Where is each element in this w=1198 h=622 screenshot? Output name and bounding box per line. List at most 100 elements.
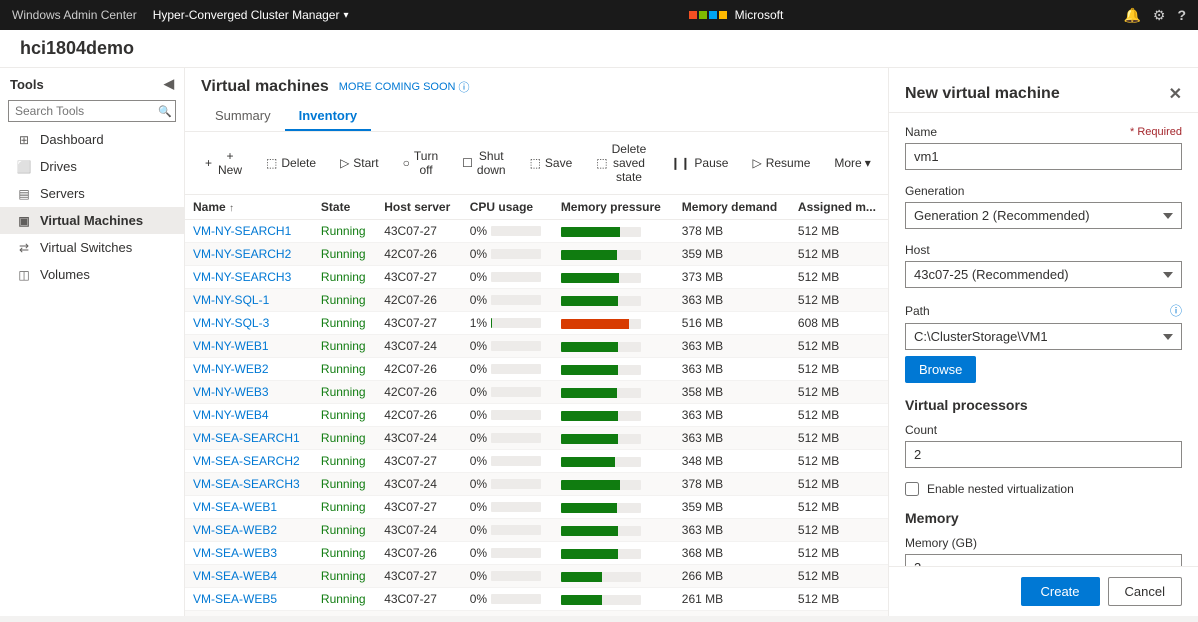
vm-link[interactable]: VM-NY-SEARCH1 xyxy=(193,224,291,238)
vm-link[interactable]: VM-SEA-WEB2 xyxy=(193,523,277,537)
vm-mem-demand-cell: 378 MB xyxy=(674,473,790,496)
memory-input[interactable] xyxy=(905,554,1182,566)
memory-pressure-bar xyxy=(561,296,641,306)
start-icon: ▷ xyxy=(340,156,349,170)
vm-mem-demand-cell: 378 MB xyxy=(674,220,790,243)
col-mem-demand[interactable]: Memory demand xyxy=(674,195,790,220)
cluster-manager-label[interactable]: Hyper-Converged Cluster Manager ▾ xyxy=(153,8,349,22)
vm-mem-demand-cell: 363 MB xyxy=(674,427,790,450)
memory-pressure-fill xyxy=(561,411,618,421)
vm-name-cell: VM-NY-SQL-3 xyxy=(185,312,313,335)
panel-close-icon[interactable]: ✕ xyxy=(1169,84,1182,104)
delete-saved-button[interactable]: ⬚ Delete saved state xyxy=(588,138,654,188)
search-input[interactable] xyxy=(8,100,176,122)
generation-select[interactable]: Generation 2 (Recommended) Generation 1 xyxy=(905,202,1182,229)
cpu-value: 0% xyxy=(470,569,487,583)
vm-link[interactable]: VM-SEA-SEARCH3 xyxy=(193,477,300,491)
vm-name-cell: VM-SEA-WEB2 xyxy=(185,519,313,542)
brand-name: Microsoft xyxy=(735,8,784,22)
sidebar-item-volumes[interactable]: ◫ Volumes xyxy=(0,261,184,288)
more-button[interactable]: More ▾ xyxy=(826,152,878,174)
table-row: VM-NY-WEB2 Running 42C07-26 0% 363 MB 51… xyxy=(185,358,888,381)
vm-link[interactable]: VM-SEA-WEB1 xyxy=(193,500,277,514)
table-row: VM-NY-WEB4 Running 42C07-26 0% 363 MB 51… xyxy=(185,404,888,427)
vm-link[interactable]: VM-NY-SEARCH3 xyxy=(193,270,291,284)
cpu-bar xyxy=(491,548,541,558)
sidebar-tools-header: Tools ◀ xyxy=(0,68,184,96)
sidebar-item-drives[interactable]: ⬜ Drives xyxy=(0,153,184,180)
pause-button[interactable]: ❙❙ Pause xyxy=(662,152,736,174)
cancel-button[interactable]: Cancel xyxy=(1108,577,1182,606)
sidebar-item-servers[interactable]: ▤ Servers xyxy=(0,180,184,207)
delete-button[interactable]: ⬚ Delete xyxy=(258,152,324,174)
vm-link[interactable]: VM-NY-SEARCH2 xyxy=(193,247,291,261)
shutdown-button[interactable]: ☐ Shut down xyxy=(454,145,513,181)
host-select[interactable]: 43c07-25 (Recommended) 43c07-24 43c07-26… xyxy=(905,261,1182,288)
memory-pressure-bar xyxy=(561,250,641,260)
col-assigned-mem[interactable]: Assigned m... xyxy=(790,195,888,220)
tab-summary[interactable]: Summary xyxy=(201,102,285,131)
form-name-section: Name * Required xyxy=(905,125,1182,170)
col-mem-pressure[interactable]: Memory pressure xyxy=(553,195,674,220)
vm-state-cell: Running xyxy=(313,243,376,266)
col-state[interactable]: State xyxy=(313,195,376,220)
memory-pressure-fill xyxy=(561,227,620,237)
vm-mem-pressure-cell xyxy=(553,404,674,427)
pause-icon: ❙❙ xyxy=(670,156,690,170)
vm-link[interactable]: VM-NY-WEB4 xyxy=(193,408,269,422)
vm-host-cell: 43C07-27 xyxy=(376,266,462,289)
save-button[interactable]: ⬚ Save xyxy=(522,152,581,174)
turnoff-button[interactable]: ○ Turn off xyxy=(395,145,446,181)
collapse-icon[interactable]: ◀ xyxy=(164,76,174,92)
vm-link[interactable]: VM-SEA-SEARCH1 xyxy=(193,431,300,445)
count-input[interactable] xyxy=(905,441,1182,468)
vm-link[interactable]: VM-SEA-WEB4 xyxy=(193,569,277,583)
vm-cpu-cell: 0% xyxy=(462,427,553,450)
vm-cpu-cell: 1% xyxy=(462,312,553,335)
vm-link[interactable]: VM-NY-SQL-3 xyxy=(193,316,269,330)
vm-link[interactable]: vm-test-1 xyxy=(193,615,243,616)
resume-button[interactable]: ▷ Resume xyxy=(744,152,818,174)
cpu-value: 0% xyxy=(470,546,487,560)
resume-icon: ▷ xyxy=(752,156,761,170)
vm-assigned-cell: 512 MB xyxy=(790,427,888,450)
cpu-bar xyxy=(491,525,541,535)
sidebar-item-dashboard[interactable]: ⊞ Dashboard xyxy=(0,126,184,153)
col-name[interactable]: Name ↑ xyxy=(185,195,313,220)
vm-link[interactable]: VM-SEA-WEB3 xyxy=(193,546,277,560)
name-input[interactable] xyxy=(905,143,1182,170)
cpu-bar xyxy=(491,410,541,420)
col-host[interactable]: Host server xyxy=(376,195,462,220)
path-select[interactable]: C:\ClusterStorage\VM1 xyxy=(905,323,1182,350)
vm-link[interactable]: VM-NY-WEB1 xyxy=(193,339,269,353)
memory-pressure-fill xyxy=(561,434,618,444)
cpu-bar xyxy=(491,249,541,259)
browse-button[interactable]: Browse xyxy=(905,356,976,383)
start-button[interactable]: ▷ Start xyxy=(332,152,387,174)
tab-inventory[interactable]: Inventory xyxy=(285,102,372,131)
cpu-value: 0% xyxy=(470,454,487,468)
vm-link[interactable]: VM-NY-SQL-1 xyxy=(193,293,269,307)
vm-assigned-cell: 512 MB xyxy=(790,335,888,358)
vm-link[interactable]: VM-SEA-SEARCH2 xyxy=(193,454,300,468)
settings-icon[interactable]: ⚙ xyxy=(1153,7,1166,24)
new-button[interactable]: + + New xyxy=(197,145,250,181)
path-info-icon[interactable]: ⓘ xyxy=(1170,302,1182,319)
vm-mem-pressure-cell xyxy=(553,220,674,243)
memory-pressure-fill xyxy=(561,319,629,329)
vm-link[interactable]: VM-NY-WEB2 xyxy=(193,362,269,376)
create-button[interactable]: Create xyxy=(1021,577,1100,606)
cpu-bar xyxy=(491,226,541,236)
vm-link[interactable]: VM-SEA-WEB5 xyxy=(193,592,277,606)
vm-table: Name ↑ State Host server CPU usage Memor… xyxy=(185,195,888,616)
help-icon[interactable]: ? xyxy=(1177,7,1186,23)
sidebar-item-virtual-machines[interactable]: ▣ Virtual Machines xyxy=(0,207,184,234)
toolbar: + + New ⬚ Delete ▷ Start ○ Turn off ☐ Sh… xyxy=(185,132,888,195)
cpu-value: 0% xyxy=(470,247,487,261)
sidebar-item-virtual-switches[interactable]: ⇄ Virtual Switches xyxy=(0,234,184,261)
col-cpu[interactable]: CPU usage xyxy=(462,195,553,220)
vm-link[interactable]: VM-NY-WEB3 xyxy=(193,385,269,399)
nested-virt-checkbox[interactable] xyxy=(905,482,919,496)
topbar-brand: Microsoft xyxy=(689,8,784,22)
notification-icon[interactable]: 🔔 xyxy=(1123,7,1140,24)
